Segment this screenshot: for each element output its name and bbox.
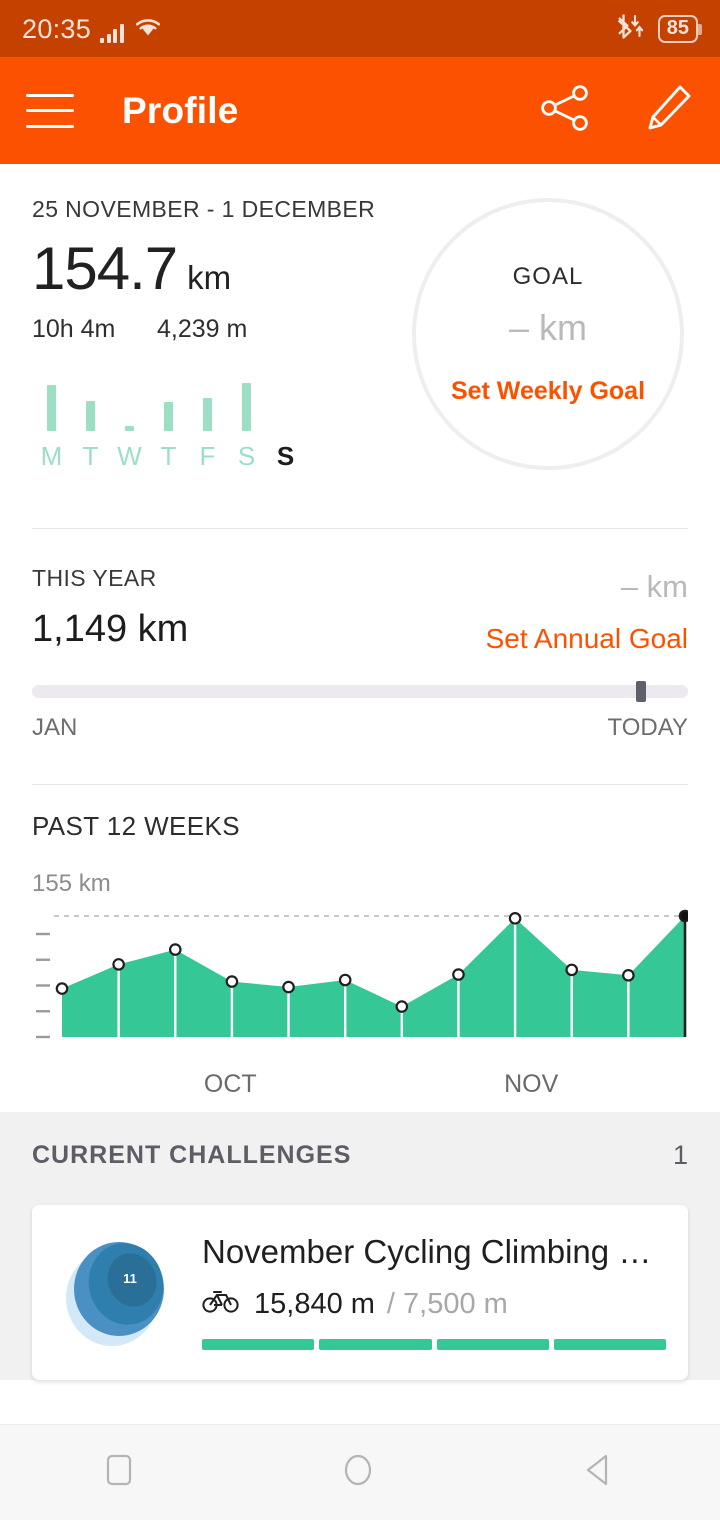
app-bar: Profile: [0, 57, 720, 164]
weekly-stats: 25 NOVEMBER - 1 DECEMBER 154.7 km 10h 4m…: [32, 194, 412, 470]
weekly-day-bar-slot: [47, 376, 56, 431]
weekly-day-bar-slot: [242, 376, 251, 431]
weekly-goal-circle[interactable]: GOAL – km Set Weekly Goal: [412, 198, 684, 470]
weekly-day-label: M: [40, 441, 63, 471]
weekly-day-label: T: [160, 441, 177, 471]
annual-progress-track[interactable]: [32, 681, 688, 702]
phone-screen: 20:35 85 Profile 25 NOVEMBER - 1 DECEMBE…: [0, 0, 720, 1520]
weekly-day-label: T: [82, 441, 99, 471]
chart-month-label: OCT: [203, 1070, 257, 1098]
scroll-content: 25 NOVEMBER - 1 DECEMBER 154.7 km 10h 4m…: [0, 164, 720, 1424]
status-bar: 20:35 85: [0, 0, 720, 57]
weekly-day-bar-slot: [281, 376, 290, 431]
current-challenges-section: CURRENT CHALLENGES 1 11 November Cycling…: [0, 1112, 720, 1380]
set-annual-goal-button[interactable]: Set Annual Goal: [486, 623, 688, 655]
weekly-day-bar: [86, 401, 95, 431]
weekly-day-label: W: [117, 441, 142, 471]
weekly-day-5: S: [227, 376, 266, 469]
challenge-current: 15,840 m: [254, 1287, 375, 1320]
android-nav-bar: [0, 1424, 720, 1520]
challenge-body: November Cycling Climbing Chal... 15,840…: [202, 1233, 666, 1350]
share-icon[interactable]: [538, 82, 592, 139]
challenge-progress-segment: [553, 1339, 666, 1350]
home-circle-icon[interactable]: [339, 1449, 377, 1496]
chart-month-label: NOV: [504, 1070, 559, 1098]
challenge-progress-bar: [202, 1339, 666, 1350]
week-range-label: 25 NOVEMBER - 1 DECEMBER: [32, 196, 376, 222]
weekly-distance-chart[interactable]: [32, 904, 688, 1064]
weekly-day-bar: [203, 398, 212, 431]
challenges-title: CURRENT CHALLENGES: [32, 1141, 352, 1169]
back-triangle-icon[interactable]: [580, 1450, 618, 1495]
weekly-day-0: M: [32, 376, 71, 469]
annual-top-row: THIS YEAR 1,149 km – km Set Annual Goal: [32, 565, 688, 655]
challenges-header: CURRENT CHALLENGES 1: [0, 1140, 720, 1171]
week-elevation: 4,239 m: [157, 315, 248, 343]
weekly-day-bars: MTWTFSS: [32, 376, 412, 469]
challenge-progress-segment: [319, 1339, 432, 1350]
annual-progress-thumb[interactable]: [635, 681, 646, 702]
challenge-badge-icon: 11: [56, 1236, 176, 1348]
pencil-edit-icon[interactable]: [644, 82, 694, 139]
chart-month-labels: OCT NOV: [32, 1070, 688, 1100]
recent-apps-icon[interactable]: [102, 1451, 136, 1494]
weekly-day-label: S: [237, 441, 256, 471]
bluetooth-icon: [610, 12, 644, 45]
weekly-day-bar: [125, 426, 134, 431]
weekly-day-bar-slot: [125, 376, 134, 431]
bicycle-icon: [202, 1287, 240, 1321]
weekly-day-bar: [242, 383, 251, 431]
week-distance-unit: km: [187, 259, 232, 296]
weekly-day-bar-slot: [164, 376, 173, 431]
wifi-icon: [133, 15, 163, 43]
weekly-day-4: F: [188, 376, 227, 469]
app-bar-actions: [538, 82, 694, 139]
hamburger-menu-icon[interactable]: [26, 93, 74, 128]
status-bar-right: 85: [610, 12, 703, 45]
challenge-progress-segment: [202, 1339, 315, 1350]
status-time: 20:35: [22, 13, 92, 44]
weekly-day-label: S: [276, 441, 295, 471]
weekly-day-1: T: [71, 376, 110, 469]
weekly-goal-value: – km: [508, 306, 587, 348]
annual-label: THIS YEAR: [32, 565, 157, 591]
week-distance: 154.7 km: [32, 239, 412, 299]
week-moving-time: 10h 4m: [32, 315, 116, 343]
past-12-weeks-card: PAST 12 WEEKS 155 km OCT NOV: [0, 785, 720, 1112]
annual-right: – km Set Annual Goal: [486, 565, 688, 655]
chart-title: PAST 12 WEEKS: [32, 811, 240, 841]
weekly-day-label: F: [199, 441, 216, 471]
weekly-goal-label: GOAL: [512, 262, 584, 290]
challenge-name: November Cycling Climbing Chal...: [202, 1233, 666, 1270]
annual-left: THIS YEAR 1,149 km: [32, 565, 486, 651]
challenge-card[interactable]: 11 November Cycling Climbing Chal... 15,…: [32, 1205, 688, 1380]
weekly-day-bar-slot: [203, 376, 212, 431]
annual-axis-end: TODAY: [607, 714, 688, 741]
annual-value: 1,149 km: [32, 608, 189, 650]
chart-max-label: 155 km: [32, 870, 111, 897]
annual-axis: JAN TODAY: [32, 714, 688, 742]
weekly-summary-card: 25 NOVEMBER - 1 DECEMBER 154.7 km 10h 4m…: [0, 164, 720, 470]
annual-axis-start: JAN: [32, 714, 78, 741]
weekly-day-bar: [164, 402, 173, 431]
svg-text:11: 11: [123, 1271, 137, 1286]
weekly-day-bar-slot: [86, 376, 95, 431]
set-weekly-goal-button[interactable]: Set Weekly Goal: [451, 377, 645, 406]
weekly-day-3: T: [149, 376, 188, 469]
challenge-goal: / 7,500 m: [386, 1287, 508, 1320]
battery-icon: 85: [657, 14, 703, 43]
annual-goal-value: – km: [620, 569, 688, 604]
signal-icon: [100, 23, 124, 43]
week-secondary-stats: 10h 4m 4,239 m: [32, 315, 412, 344]
weekly-day-6: S: [266, 376, 305, 469]
status-bar-left: 20:35: [22, 15, 163, 43]
challenge-progress-segment: [436, 1339, 549, 1350]
challenge-metric: 15,840 m / 7,500 m: [202, 1287, 666, 1321]
annual-summary-card: THIS YEAR 1,149 km – km Set Annual Goal …: [0, 529, 720, 752]
week-distance-value: 154.7: [32, 235, 178, 302]
page-title: Profile: [122, 89, 239, 131]
weekly-day-2: W: [110, 376, 149, 469]
challenges-count: 1: [672, 1140, 688, 1170]
weekly-day-bar: [47, 385, 56, 431]
